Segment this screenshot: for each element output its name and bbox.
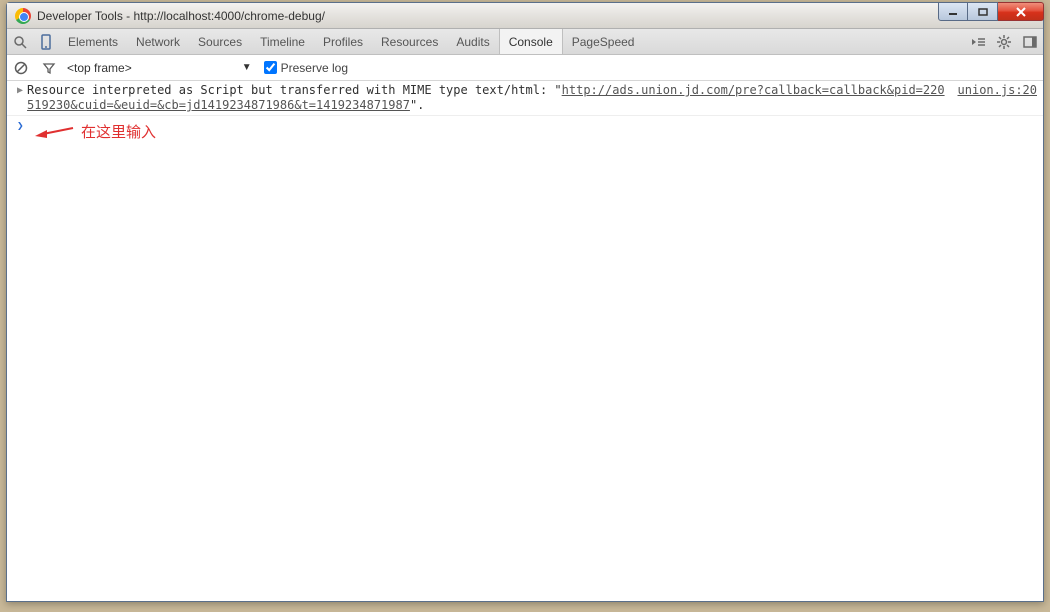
tab-audits[interactable]: Audits	[447, 29, 498, 54]
message-suffix: ".	[410, 98, 424, 112]
main-toolbar: Elements Network Sources Timeline Profil…	[7, 29, 1043, 55]
console-input[interactable]	[30, 118, 1037, 132]
maximize-button[interactable]	[968, 2, 998, 21]
devtools-window: Developer Tools - http://localhost:4000/…	[6, 2, 1044, 602]
dock-side-icon[interactable]	[1017, 29, 1043, 55]
console-panel: ▶ Resource interpreted as Script but tra…	[7, 81, 1043, 601]
settings-gear-icon[interactable]	[991, 29, 1017, 55]
tab-label: Resources	[381, 35, 438, 49]
minimize-button[interactable]	[938, 2, 968, 21]
close-button[interactable]	[998, 2, 1044, 21]
preserve-log-checkbox[interactable]	[264, 61, 277, 74]
window-title: Developer Tools - http://localhost:4000/…	[37, 9, 325, 23]
toolbar-right	[965, 29, 1043, 55]
chrome-icon	[15, 8, 31, 24]
tab-label: Audits	[456, 35, 489, 49]
preserve-log-label: Preserve log	[281, 61, 348, 75]
drawer-toggle-icon[interactable]	[965, 29, 991, 55]
tab-elements[interactable]: Elements	[59, 29, 127, 54]
tab-label: Console	[509, 35, 553, 49]
minimize-icon	[948, 8, 958, 16]
frame-selector-label: <top frame>	[67, 61, 132, 75]
preserve-log-toggle[interactable]: Preserve log	[264, 61, 348, 75]
window-controls	[938, 2, 1044, 21]
tab-label: Timeline	[260, 35, 305, 49]
close-icon	[1015, 7, 1027, 17]
tab-label: Profiles	[323, 35, 363, 49]
titlebar: Developer Tools - http://localhost:4000/…	[7, 3, 1043, 29]
console-message-row: ▶ Resource interpreted as Script but tra…	[7, 81, 1043, 116]
tab-pagespeed[interactable]: PageSpeed	[563, 29, 644, 54]
clear-console-icon[interactable]	[7, 55, 35, 81]
frame-selector[interactable]: <top frame> ▼	[63, 61, 258, 75]
expand-triangle-icon[interactable]: ▶	[17, 83, 23, 99]
filter-icon[interactable]	[35, 55, 63, 81]
tab-label: Sources	[198, 35, 242, 49]
message-prefix: Resource interpreted as Script but trans…	[27, 83, 562, 97]
inspect-icon[interactable]	[7, 29, 33, 55]
device-mode-icon[interactable]	[33, 29, 59, 55]
console-message-text: Resource interpreted as Script but trans…	[27, 83, 947, 113]
tab-profiles[interactable]: Profiles	[314, 29, 372, 54]
tab-sources[interactable]: Sources	[189, 29, 251, 54]
tab-timeline[interactable]: Timeline	[251, 29, 314, 54]
tab-console[interactable]: Console	[499, 29, 563, 54]
maximize-icon	[978, 8, 988, 16]
tab-label: PageSpeed	[572, 35, 635, 49]
tab-label: Elements	[68, 35, 118, 49]
console-prompt-row: ❯	[7, 116, 1043, 134]
tab-resources[interactable]: Resources	[372, 29, 447, 54]
source-link[interactable]: union.js:20	[948, 83, 1037, 97]
chevron-down-icon: ▼	[242, 62, 252, 73]
tab-network[interactable]: Network	[127, 29, 189, 54]
panel-tabs: Elements Network Sources Timeline Profil…	[59, 29, 643, 54]
console-controlbar: <top frame> ▼ Preserve log	[7, 55, 1043, 81]
prompt-caret-icon: ❯	[17, 119, 24, 132]
tab-label: Network	[136, 35, 180, 49]
